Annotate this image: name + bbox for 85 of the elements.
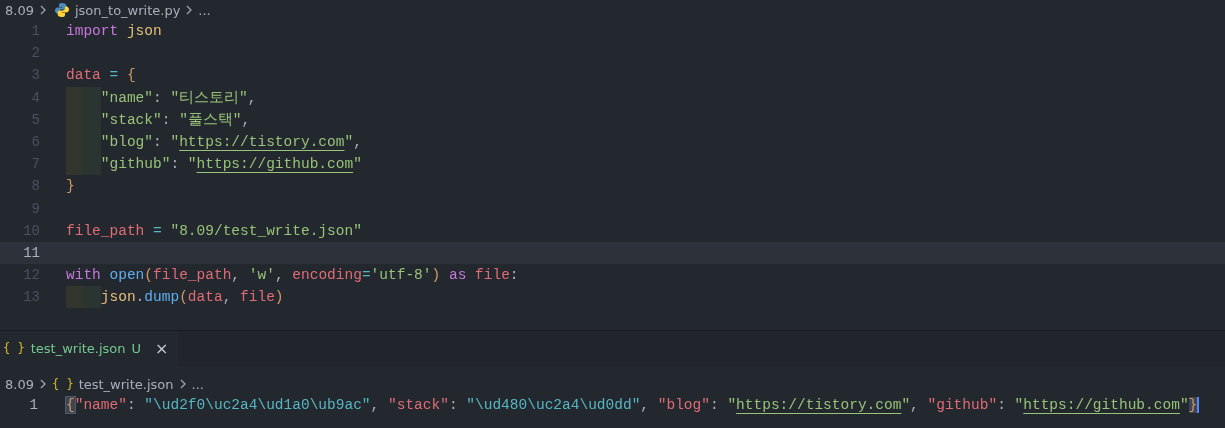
code-string: "\ud2f0\uc2a4\ud1a0\ub9ac" [144,397,371,414]
code-operator: = [108,67,120,84]
code-punctuation: : [709,397,720,414]
json-file-icon: { } [51,377,74,391]
code-string: " [1014,397,1024,414]
code-key: "stack" [388,397,449,414]
code-punctuation: : [153,89,163,106]
code-bracket: ) [274,289,284,306]
code-keyword: with [66,267,102,284]
code-keyword: import [66,23,120,40]
tab-label: test_write.json [30,340,126,356]
code-punctuation: , [370,397,381,414]
code-punctuation: : [161,111,172,128]
code-identifier: file_path [66,222,145,239]
code-string: " [901,397,911,414]
code-punctuation: , [222,289,233,306]
code-identifier: file [240,289,275,306]
json-file-icon: { } [3,341,25,355]
code-string: " [170,134,180,151]
code-identifier: encoding [292,267,362,284]
code-string: " [353,156,362,173]
code-punctuation: : [448,397,459,414]
code-identifier: data [66,67,101,84]
chevron-icon [38,5,47,15]
code-string: " [344,134,354,151]
code-identifier: file_path [153,267,232,284]
breadcrumb-item[interactable]: json_to_write.py [74,2,181,18]
code-string: " [727,397,737,414]
code-operator: = [152,222,163,239]
code-punctuation: , [274,267,285,284]
code-bracket: { [66,397,75,414]
code-identifier: json [126,23,162,40]
code-string: "stack" [100,111,162,128]
line-number: 11 [22,244,41,261]
code-identifier: file [475,267,510,284]
breadcrumb-item[interactable]: 8.09 [5,376,34,392]
breadcrumb-item[interactable]: test_write.json [78,376,174,392]
code-function: open [109,267,145,284]
code-punctuation: : [126,397,137,414]
code-punctuation: : [170,156,181,173]
code-operator: = [361,267,371,284]
chevron-icon [185,5,194,15]
code-keyword: as [447,267,468,284]
code-string: "티스토리" [170,89,248,108]
code-punctuation: , [241,111,251,128]
breadcrumb-item[interactable]: ... [198,2,211,18]
code-punctuation: : [509,267,519,284]
chevron-icon [38,379,47,389]
code-string: "name" [100,89,153,106]
code-bracket: } [66,178,75,195]
code-key: "blog" [657,397,710,414]
code-punctuation: , [247,89,257,106]
line-number: 1 [28,397,39,414]
chevron-icon [178,379,187,389]
code-punctuation: . [135,289,145,306]
code-key: "name" [74,397,127,414]
code-bracket: ) [431,267,441,284]
breadcrumb-item[interactable]: 8.09 [5,2,34,18]
code-punctuation: : [997,397,1007,414]
breadcrumb-item[interactable]: ... [191,376,204,392]
code-identifier: json [100,289,136,306]
code-string: "풀스택" [179,111,242,130]
code-punctuation: , [353,134,362,151]
code-function: dump [144,289,180,306]
code-bracket: { [126,67,136,84]
code-string: "\ud480\uc2a4\ud0dd" [466,397,641,414]
code-punctuation: : [153,134,163,151]
code-bracket: ( [179,289,188,306]
code-string: "8.09/test_write.json" [170,222,362,239]
untracked-status: U [131,340,142,356]
code-punctuation: , [640,397,651,414]
code-identifier: data [187,289,223,306]
code-punctuation: , [910,397,920,414]
code-string: "blog" [100,134,153,151]
close-icon[interactable]: × [155,338,169,358]
code-bracket: ( [144,267,154,284]
python-file-icon [53,2,70,18]
code-bracket: } [1188,397,1200,414]
code-string: 'w' [248,267,275,284]
code-string: " [187,156,197,173]
code-string: "github" [100,156,171,173]
code-punctuation: , [231,267,242,284]
code-string: 'utf-8' [370,267,432,284]
code-string: " [1179,397,1189,414]
code-key: "github" [927,397,998,414]
